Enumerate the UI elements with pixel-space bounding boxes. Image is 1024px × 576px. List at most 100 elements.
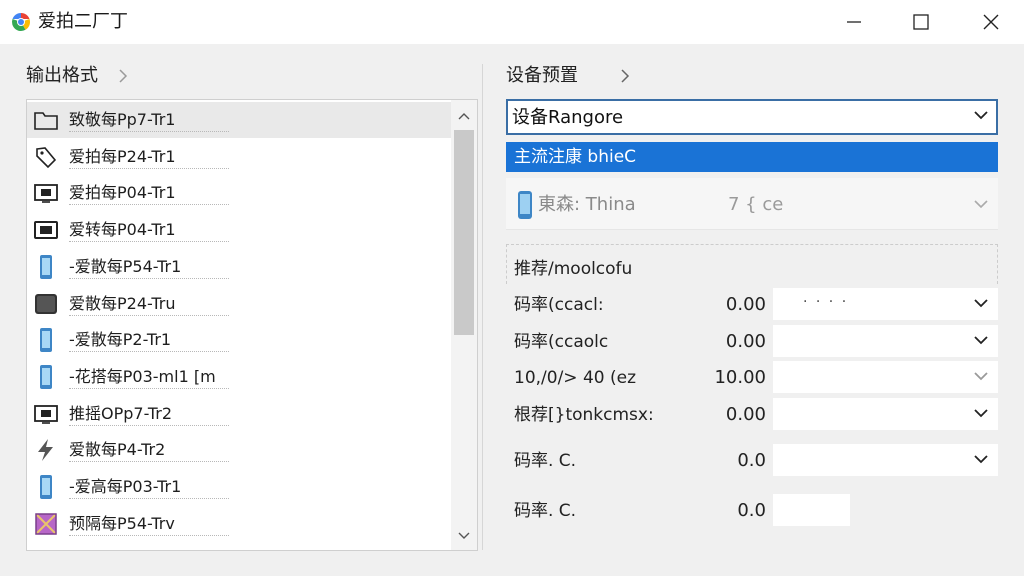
phone-icon xyxy=(33,328,59,353)
chevron-down-icon xyxy=(974,299,988,308)
param-combo-dots: · · · · xyxy=(803,294,849,310)
param-value[interactable]: 10.00 xyxy=(700,367,766,389)
list-item[interactable]: 致敬每Pp7-Tr1 xyxy=(27,102,451,138)
list-scrollbar[interactable] xyxy=(451,100,477,550)
param-combo[interactable] xyxy=(773,398,998,430)
list-item-underline xyxy=(69,241,229,243)
param-combo[interactable]: · · · · xyxy=(773,288,998,320)
list-item-underline xyxy=(69,351,229,353)
list-item-label: -爱高每P03-Tr1 xyxy=(69,477,182,496)
window-title: 爱拍二厂丁 xyxy=(38,11,128,32)
tv-icon xyxy=(33,218,59,242)
list-item-underline xyxy=(69,387,229,389)
image-icon xyxy=(33,512,59,536)
list-item[interactable]: 爱转每P04-Tr1 xyxy=(27,212,451,248)
param-combo[interactable] xyxy=(773,444,998,476)
list-item-underline xyxy=(69,167,229,169)
chevron-down-icon xyxy=(974,455,988,464)
param-label: 码率. C. xyxy=(514,451,577,471)
dropdown-option[interactable]: 東森: Thina 7 { ce xyxy=(506,178,998,230)
chevron-down-icon xyxy=(974,409,988,418)
format-list[interactable]: 致敬每Pp7-Tr1 爱拍每P24-Tr1 爱拍每P04-Tr1 爱转每P04-Tr1… xyxy=(26,99,478,551)
list-item[interactable]: -爱散每P54-Tr1 xyxy=(27,249,451,285)
phone-icon xyxy=(33,364,59,389)
list-item[interactable]: 爱拍每P04-Tr1 xyxy=(27,175,451,211)
tag-icon xyxy=(33,145,59,169)
list-item[interactable]: -花搭每P03-ml1 [m xyxy=(27,359,451,395)
scroll-thumb[interactable] xyxy=(454,130,474,335)
list-item-label: 爱拍每P24-Tr1 xyxy=(69,146,176,166)
maximize-button[interactable] xyxy=(891,0,951,44)
param-combo[interactable] xyxy=(773,494,850,526)
list-item-underline xyxy=(69,424,229,426)
folder-icon xyxy=(33,108,59,132)
chevron-down-icon xyxy=(974,200,988,209)
chevron-up-icon xyxy=(458,113,470,120)
tablet-icon xyxy=(33,292,59,316)
list-item-label: 爱转每P04-Tr1 xyxy=(69,220,176,240)
list-item[interactable]: -爱散每P2-Tr1 xyxy=(27,322,451,358)
close-icon xyxy=(983,14,999,30)
list-item-underline xyxy=(69,498,229,499)
list-item-label: 推摇OPp7-Tr2 xyxy=(69,403,173,423)
phone-icon xyxy=(33,475,59,499)
dropdown-option-selected[interactable]: 主流注康 bhieC xyxy=(506,142,998,172)
output-format-header: 输出格式 xyxy=(26,65,98,86)
param-value[interactable]: 0.0 xyxy=(700,450,766,472)
device-preset-header: 设备预置 xyxy=(506,65,578,86)
param-label: 码率. C. xyxy=(514,501,577,521)
section-title: 推荐/moolcofu xyxy=(514,259,633,279)
param-label: 码率(ccacl: xyxy=(514,295,604,315)
scroll-up-button[interactable] xyxy=(451,104,477,128)
chevron-down-icon xyxy=(458,532,470,539)
list-item-label: 爱散每P4-Tr2 xyxy=(69,440,166,460)
param-label: 10,/0/> 40 (ez xyxy=(514,368,637,388)
list-item-underline xyxy=(69,461,229,463)
chevron-right-icon xyxy=(119,69,128,83)
minimize-button[interactable] xyxy=(824,0,884,44)
param-value[interactable]: 0.0 xyxy=(700,500,766,522)
param-value[interactable]: 0.00 xyxy=(700,404,766,426)
dropdown-option-label: 東森: Thina xyxy=(538,194,636,215)
phone-icon xyxy=(33,254,59,279)
list-item-underline xyxy=(69,131,229,132)
scroll-down-button[interactable] xyxy=(451,524,477,548)
device-combo-value: 设备Rangore xyxy=(512,107,624,128)
bolt-icon xyxy=(33,438,59,462)
close-button[interactable] xyxy=(961,0,1021,44)
app-logo-icon xyxy=(11,12,31,32)
list-item-label: 爱散每P24-Tru xyxy=(69,293,176,313)
list-item[interactable]: -爱高每P03-Tr1 xyxy=(27,469,451,505)
dropdown-option-label: 主流注康 bhieC xyxy=(514,147,637,167)
list-item-underline xyxy=(69,277,229,279)
list-item-label: 爱拍每P04-Tr1 xyxy=(69,183,176,203)
chevron-down-icon xyxy=(974,372,988,381)
device-combo[interactable]: 设备Rangore xyxy=(506,99,998,135)
chevron-down-icon xyxy=(974,336,988,345)
list-item-label: -爱散每P2-Tr1 xyxy=(69,330,172,350)
minimize-icon xyxy=(847,21,861,23)
list-item[interactable]: 预隔每P54-Trv xyxy=(27,506,451,542)
chevron-right-icon xyxy=(621,69,630,83)
param-label: 码率(ccaolc xyxy=(514,332,609,352)
phone-icon xyxy=(518,191,532,219)
list-item[interactable]: 爱散每P24-Tru xyxy=(27,286,451,322)
list-item[interactable]: 爱拍每P24-Tr1 xyxy=(27,139,451,175)
list-item[interactable]: 爱散每P4-Tr2 xyxy=(27,432,451,468)
list-item-label: -花搭每P03-ml1 [m xyxy=(69,366,216,386)
param-value[interactable]: 0.00 xyxy=(700,294,766,316)
list-item[interactable]: 推摇OPp7-Tr2 xyxy=(27,396,451,432)
dropdown-option-extra: 7 { ce xyxy=(728,194,784,215)
param-combo[interactable] xyxy=(773,361,998,393)
pane-divider[interactable] xyxy=(482,64,483,550)
param-combo[interactable] xyxy=(773,325,998,357)
param-value[interactable]: 0.00 xyxy=(700,331,766,353)
list-item-underline xyxy=(69,314,229,316)
param-label: 根荐[}tonkcmsx: xyxy=(514,405,654,425)
monitor-icon xyxy=(33,402,59,426)
list-item-underline xyxy=(69,534,229,536)
list-item-label: 致敬每Pp7-Tr1 xyxy=(69,110,176,129)
monitor-icon xyxy=(33,181,59,205)
list-item-label: -爱散每P54-Tr1 xyxy=(69,256,182,276)
list-item-label: 预隔每P54-Trv xyxy=(69,513,175,533)
